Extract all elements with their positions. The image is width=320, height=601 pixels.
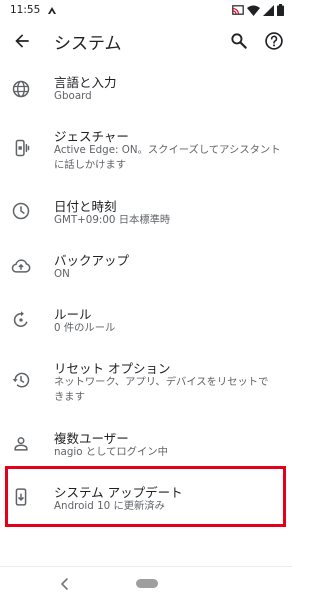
status-time: 11:55 [10,4,41,16]
restore-icon [12,372,30,388]
item-subtitle-line1: Active Edge: ON。スクイーズしてアシスタント [54,144,281,156]
settings-item-backup[interactable]: バックアップ ON [0,248,292,290]
item-subtitle: nagio としてログイン中 [54,446,168,458]
rules-icon [13,311,28,327]
cloud-upload-icon [11,259,31,273]
settings-item-multiple-users[interactable]: 複数ユーザー nagio としてログイン中 [0,426,292,468]
app-bar: システム [0,20,292,62]
settings-item-reset-options[interactable]: リセット オプション ネットワーク、アプリ、デバイスをリセットで きます [0,356,292,408]
navigation-bar [0,566,292,601]
item-subtitle-line2: きます [54,391,85,403]
cloud-notification-icon [48,7,57,14]
item-subtitle-line2: に話しかけます [54,159,127,171]
person-icon [14,437,28,451]
item-subtitle-line1: ネットワーク、アプリ、デバイスをリセットで [54,376,269,388]
settings-item-gestures[interactable]: ジェスチャー Active Edge: ON。スクイーズしてアシスタント に話し… [0,124,292,176]
status-bar: 11:55 [0,0,292,20]
gesture-icon [15,139,30,157]
item-subtitle: 0 件のルール [54,322,116,334]
back-arrow-icon[interactable] [12,31,32,51]
globe-icon [12,80,30,98]
nav-back-icon[interactable] [59,577,71,591]
home-pill[interactable] [136,579,158,588]
item-subtitle: ON [54,268,70,280]
highlight-box [5,466,286,527]
settings-item-date-time[interactable]: 日付と時刻 GMT+09:00 日本標準時 [0,194,292,236]
settings-item-rules[interactable]: ルール 0 件のルール [0,302,292,344]
settings-item-language-input[interactable]: 言語と入力 Gboard [0,70,292,112]
wifi-icon [247,5,260,16]
item-subtitle: GMT+09:00 日本標準時 [54,214,171,226]
clock-icon [12,202,30,220]
search-icon[interactable] [229,31,249,51]
battery-icon [277,4,284,16]
cast-icon [232,4,244,15]
page-title: システム [54,34,122,54]
help-icon[interactable] [264,31,284,51]
signal-icon [263,4,274,16]
item-subtitle: Gboard [54,90,92,102]
